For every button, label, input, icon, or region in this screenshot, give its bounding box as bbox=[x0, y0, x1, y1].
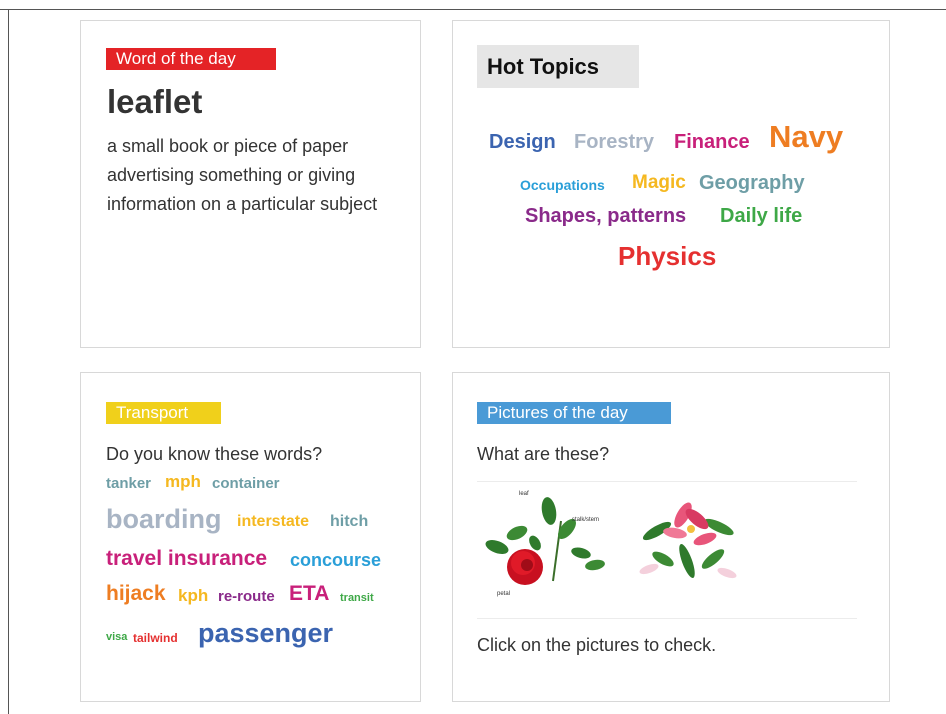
topic-link-physics[interactable]: Physics bbox=[618, 241, 716, 272]
word-of-the-day-label: Word of the day bbox=[106, 48, 276, 70]
lily-picture[interactable] bbox=[635, 497, 745, 585]
divider bbox=[477, 618, 857, 619]
topic-link-finance[interactable]: Finance bbox=[674, 131, 750, 154]
topic-link-forestry[interactable]: Forestry bbox=[574, 131, 654, 154]
vocab-word[interactable]: interstate bbox=[237, 513, 309, 531]
pictures-of-the-day-label: Pictures of the day bbox=[477, 402, 671, 424]
transport-label: Transport bbox=[106, 402, 221, 424]
word-definition: a small book or piece of paper advertisi… bbox=[107, 136, 378, 214]
hot-topics-card: Hot Topics Design Forestry Finance Navy … bbox=[452, 20, 890, 348]
vocab-word[interactable]: tailwind bbox=[133, 631, 178, 645]
topic-link-daily-life[interactable]: Daily life bbox=[720, 205, 802, 228]
vocab-word[interactable]: kph bbox=[178, 586, 208, 606]
hot-topics-title: Hot Topics bbox=[477, 45, 639, 88]
transport-question: Do you know these words? bbox=[106, 444, 323, 464]
rose-label-petal: petal bbox=[497, 591, 511, 597]
topic-link-geography[interactable]: Geography bbox=[699, 172, 805, 195]
window-top-border bbox=[0, 9, 946, 10]
window-left-border bbox=[8, 9, 9, 714]
pictures-of-the-day-card: Pictures of the day What are these? leaf… bbox=[452, 372, 890, 702]
vocab-word[interactable]: tanker bbox=[106, 475, 151, 492]
word-of-the-day-word[interactable]: leaflet bbox=[107, 83, 202, 121]
topic-link-navy[interactable]: Navy bbox=[769, 119, 843, 155]
pictures-instruction: Click on the pictures to check. bbox=[477, 635, 717, 655]
divider bbox=[477, 481, 857, 482]
topic-link-magic[interactable]: Magic bbox=[632, 172, 686, 194]
vocab-word[interactable]: container bbox=[212, 475, 280, 492]
vocab-word[interactable]: travel insurance bbox=[106, 547, 267, 571]
vocab-word[interactable]: hijack bbox=[106, 582, 166, 606]
rose-label-leaf: leaf bbox=[519, 491, 529, 497]
vocab-word[interactable]: boarding bbox=[106, 504, 222, 535]
vocab-word[interactable]: passenger bbox=[198, 618, 333, 649]
vocab-word[interactable]: ETA bbox=[289, 582, 329, 606]
rose-label-stalk: stalk/stem bbox=[572, 517, 600, 523]
topic-link-design[interactable]: Design bbox=[489, 131, 556, 154]
word-of-the-day-card: Word of the day leaflet a small book or … bbox=[80, 20, 421, 348]
vocab-word[interactable]: mph bbox=[165, 472, 201, 492]
rose-picture[interactable]: leaf stalk/stem petal bbox=[483, 491, 613, 601]
vocab-word[interactable]: hitch bbox=[330, 513, 368, 531]
topic-link-shapes-patterns[interactable]: Shapes, patterns bbox=[525, 205, 686, 228]
transport-card: Transport Do you know these words? tanke… bbox=[80, 372, 421, 702]
vocab-word[interactable]: transit bbox=[340, 592, 374, 604]
vocab-word[interactable]: concourse bbox=[290, 550, 381, 571]
pictures-question: What are these? bbox=[477, 444, 610, 464]
topic-link-occupations[interactable]: Occupations bbox=[520, 177, 605, 193]
vocab-word[interactable]: re-route bbox=[218, 588, 275, 605]
vocab-word[interactable]: visa bbox=[106, 631, 127, 643]
